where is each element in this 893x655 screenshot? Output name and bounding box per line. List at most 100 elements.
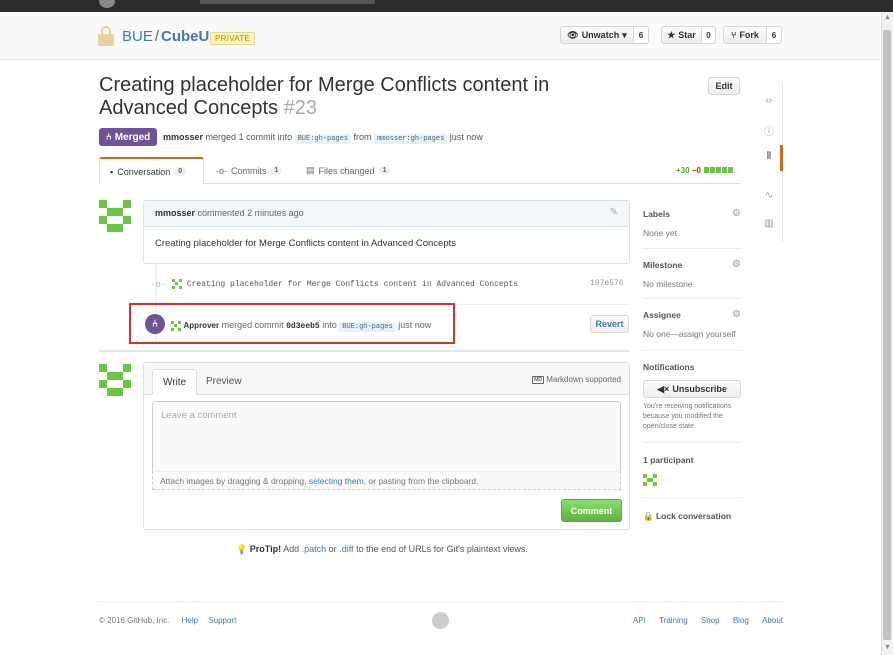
- fork-button[interactable]: ⑂ Fork: [723, 26, 767, 44]
- nav-active-indicator: [780, 145, 783, 171]
- markdown-hint[interactable]: MD Markdown supported: [532, 375, 621, 384]
- comment-textarea[interactable]: Leave a comment: [152, 401, 621, 471]
- footer-api-link[interactable]: API: [633, 616, 646, 625]
- new-comment-form: Write Preview MD Markdown supported Leav…: [143, 362, 630, 530]
- copyright: © 2016 GitHub, Inc.: [99, 616, 170, 625]
- github-mark-icon[interactable]: [432, 612, 449, 629]
- footer-blog-link[interactable]: Blog: [733, 616, 749, 625]
- select-files-link[interactable]: selecting them: [309, 476, 364, 486]
- sidebar-divider: [643, 248, 741, 249]
- comment-submit-button[interactable]: Comment: [561, 499, 622, 522]
- protip: 💡 ProTip! Add .patch or .diff to the end…: [236, 544, 528, 555]
- unsubscribe-button[interactable]: ◀× Unsubscribe: [643, 380, 741, 398]
- scrollbar-thumb[interactable]: [883, 30, 891, 640]
- pencil-icon[interactable]: ✎: [610, 207, 618, 218]
- search-input[interactable]: [200, 0, 375, 4]
- gear-icon[interactable]: ⚙: [732, 259, 741, 270]
- lightbulb-icon: 💡: [236, 544, 248, 554]
- footer-training-link[interactable]: Training: [659, 616, 688, 625]
- repo-title: BUE / CubeU: [122, 28, 209, 45]
- comment-action: commented 2 minutes ago: [197, 208, 304, 218]
- patch-link[interactable]: .patch: [302, 544, 327, 554]
- commit-sha-link[interactable]: 197e576: [590, 279, 624, 288]
- footer-support-link[interactable]: Support: [208, 616, 236, 625]
- pr-title: Creating placeholder for Merge Conflicts…: [99, 74, 619, 120]
- sidebar-assignee[interactable]: Assignee ⚙ No one—assign yourself: [643, 309, 741, 339]
- sidebar-divider: [643, 442, 741, 443]
- revert-button[interactable]: Revert: [590, 315, 629, 333]
- diff-link[interactable]: .diff: [339, 544, 353, 554]
- assignee-title: Assignee: [643, 310, 681, 320]
- unwatch-button[interactable]: 👁 Unwatch ▾: [560, 26, 634, 44]
- star-label: Star: [678, 30, 696, 40]
- edit-button[interactable]: Edit: [708, 77, 740, 95]
- comment-discussion-icon: ▪: [110, 166, 114, 177]
- attach-images-area[interactable]: Attach images by dragging & dropping, se…: [152, 471, 621, 490]
- commit-icon: -o-: [216, 165, 227, 176]
- diffstat: +30 −0: [676, 166, 734, 175]
- pr-number: #23: [283, 97, 317, 119]
- mute-icon: ◀×: [657, 383, 670, 394]
- tab-files-changed[interactable]: ▤ Files changed 1: [306, 157, 391, 184]
- tab-files-count: 1: [378, 166, 391, 175]
- tab-preview[interactable]: Preview: [196, 369, 252, 395]
- notifications-reason: You're receiving notifications because y…: [643, 403, 732, 430]
- tab-write[interactable]: Write: [152, 369, 198, 395]
- github-logo-icon[interactable]: [99, 0, 115, 8]
- tab-commits[interactable]: -o- Commits 1: [216, 157, 283, 184]
- footer-links: API Training Shop Blog About: [622, 616, 783, 625]
- head-branch: mmosser:gh-pages: [374, 134, 448, 144]
- repo-owner-link[interactable]: BUE: [122, 28, 153, 45]
- comment-body: Creating placeholder for Merge Conflicts…: [155, 238, 457, 249]
- highlight-box: [129, 303, 455, 344]
- tab-conversation[interactable]: ▪ Conversation 0: [99, 157, 204, 185]
- comment: mmosser commented 2 minutes ago ✎ Creati…: [143, 200, 630, 264]
- eye-icon: 👁: [567, 29, 579, 40]
- pull-requests-icon[interactable]: ⫴: [762, 151, 776, 162]
- repo-separator: /: [154, 28, 160, 45]
- star-button[interactable]: ★ Star: [661, 26, 702, 44]
- issues-icon[interactable]: ⓘ: [762, 123, 776, 138]
- fork-count[interactable]: 6: [766, 26, 782, 44]
- repo-name-link[interactable]: CubeU: [161, 28, 209, 45]
- commit-avatar[interactable]: [172, 279, 182, 289]
- commit-icon: -o-: [150, 280, 167, 290]
- footer-shop-link[interactable]: Shop: [701, 616, 720, 625]
- avatar[interactable]: [99, 200, 131, 232]
- comment-header: mmosser commented 2 minutes ago ✎: [144, 201, 629, 227]
- tab-files-label: Files changed: [318, 165, 375, 176]
- commit-message-container: Creating placeholder for Merge Conflicts…: [172, 279, 518, 289]
- code-icon[interactable]: ‹›: [762, 95, 776, 106]
- participant-avatar[interactable]: [643, 474, 657, 488]
- comment-author-link[interactable]: mmosser: [155, 208, 195, 218]
- base-branch: BUE:gh-pages: [294, 134, 352, 144]
- watch-count[interactable]: 6: [633, 26, 649, 44]
- sidebar-labels[interactable]: Labels ⚙ None yet: [643, 208, 741, 238]
- sidebar-milestone[interactable]: Milestone ⚙ No milestone: [643, 259, 741, 289]
- merged-label: Merged: [114, 131, 151, 143]
- merge-meta-text: merged 1 commit into: [205, 132, 293, 142]
- footer-help-link[interactable]: Help: [182, 616, 198, 625]
- file-diff-icon: ▤: [306, 165, 315, 175]
- fork-icon: ⑂: [731, 30, 737, 40]
- graphs-icon[interactable]: ▥: [762, 218, 776, 229]
- assignee-value[interactable]: No one—assign yourself: [643, 329, 741, 339]
- pr-author-link[interactable]: mmosser: [163, 132, 203, 142]
- lock-conversation-link[interactable]: 🔒 Lock conversation: [643, 511, 731, 522]
- scroll-up-icon[interactable]: ▲: [884, 14, 891, 21]
- participants-title: 1 participant: [643, 455, 694, 465]
- private-badge: PRIVATE: [210, 32, 256, 45]
- footer-about-link[interactable]: About: [762, 616, 783, 625]
- gear-icon[interactable]: ⚙: [732, 309, 741, 320]
- commit-message-link[interactable]: Creating placeholder for Merge Conflicts…: [187, 280, 518, 289]
- star-icon: ★: [667, 29, 676, 40]
- gear-icon[interactable]: ⚙: [732, 208, 741, 219]
- global-header: [0, 0, 893, 12]
- star-count[interactable]: 0: [701, 26, 716, 44]
- pulse-icon[interactable]: ∿: [762, 190, 776, 201]
- scroll-down-icon[interactable]: ▼: [884, 644, 891, 651]
- lock-icon: [98, 26, 114, 46]
- notifications-title: Notifications: [643, 362, 695, 372]
- current-user-avatar[interactable]: [99, 364, 131, 396]
- labels-value: None yet: [643, 228, 678, 238]
